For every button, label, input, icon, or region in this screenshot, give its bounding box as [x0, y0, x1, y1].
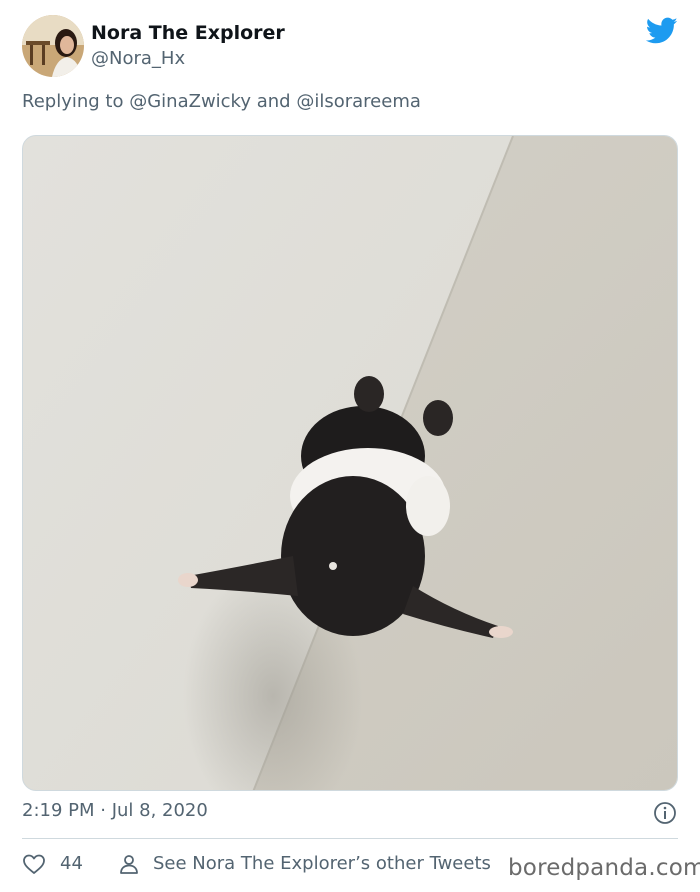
avatar[interactable] — [22, 15, 84, 77]
divider — [22, 838, 678, 839]
twitter-bird-icon[interactable] — [645, 17, 678, 45]
replying-to: Replying to @GinaZwicky and @ilsorareema — [22, 91, 421, 112]
heart-icon[interactable] — [22, 852, 46, 876]
info-icon[interactable] — [653, 801, 677, 825]
tweet-card: Nora The Explorer @Nora_Hx Replying to @… — [0, 0, 700, 892]
mention-link[interactable]: @GinaZwicky — [129, 91, 251, 112]
replying-joiner: and — [256, 91, 291, 112]
like-count[interactable]: 44 — [60, 853, 83, 874]
tweet-timestamp[interactable]: 2:19 PM · Jul 8, 2020 — [22, 800, 208, 821]
tweet-photo[interactable] — [22, 135, 678, 791]
watermark: boredpanda.com — [505, 855, 700, 881]
replying-prefix: Replying to — [22, 91, 124, 112]
other-tweets-link[interactable]: See Nora The Explorer’s other Tweets — [153, 853, 491, 874]
author-name[interactable]: Nora The Explorer — [91, 22, 285, 44]
person-icon[interactable] — [117, 852, 141, 876]
mention-link[interactable]: @ilsorareema — [296, 91, 421, 112]
author-handle[interactable]: @Nora_Hx — [91, 48, 185, 69]
